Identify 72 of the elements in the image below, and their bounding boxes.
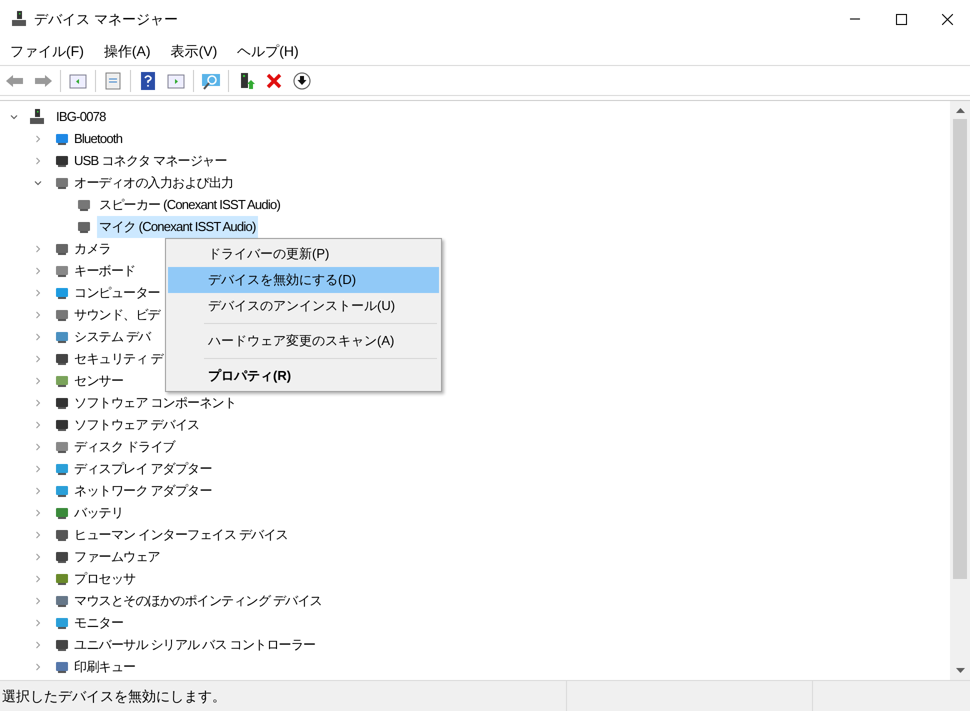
- device-icon: [54, 527, 70, 543]
- device-icon: [54, 329, 70, 345]
- tree-item[interactable]: ソフトウェア コンポーネント: [72, 392, 238, 414]
- device-icon: [54, 263, 70, 279]
- tree-item[interactable]: カメラ: [72, 238, 113, 260]
- menu-item[interactable]: デバイスを無効にする(D): [168, 267, 439, 293]
- menu-item[interactable]: ヘルプ(H): [227, 41, 309, 62]
- device-icon: [54, 307, 70, 323]
- window-title: デバイス マネージャー: [34, 10, 178, 28]
- tree-item[interactable]: キーボード: [72, 260, 138, 282]
- computer-icon: [10, 10, 28, 28]
- device-icon: [54, 461, 70, 477]
- tree-item[interactable]: マウスとそのほかのポインティング デバイス: [72, 590, 324, 612]
- tree-item[interactable]: IBG-0078: [54, 106, 108, 128]
- menu-item[interactable]: 表示(V): [160, 41, 228, 62]
- menu-item[interactable]: デバイスのアンインストール(U): [168, 293, 439, 319]
- tree-item[interactable]: マイク (Conexant ISST Audio): [97, 216, 258, 238]
- tree-item[interactable]: オーディオの入力および出力: [72, 172, 236, 194]
- tree-item[interactable]: スピーカー (Conexant ISST Audio): [97, 194, 282, 216]
- tree-item[interactable]: Bluetooth: [72, 128, 124, 150]
- status-text: 選択したデバイスを無効にします。: [0, 681, 567, 711]
- tree-item[interactable]: モニター: [72, 612, 125, 634]
- tree-item[interactable]: ユニバーサル シリアル バス コントローラー: [72, 634, 318, 656]
- menu-item[interactable]: プロパティ(R): [168, 363, 439, 389]
- device-icon: [54, 439, 70, 455]
- tree-item[interactable]: システム デバ: [72, 326, 152, 348]
- tree-item[interactable]: バッテリ: [72, 502, 125, 524]
- scroll-down-icon[interactable]: [956, 668, 964, 674]
- menu-item[interactable]: ドライバーの更新(P): [168, 241, 439, 267]
- tree-item[interactable]: センサー: [72, 370, 125, 392]
- tree-item[interactable]: ディスプレイ アダプター: [72, 458, 214, 480]
- tree-item[interactable]: コンピューター: [72, 282, 162, 304]
- device-icon: [76, 197, 92, 213]
- close-icon: [942, 14, 952, 24]
- tree-item[interactable]: ヒューマン インターフェイス デバイス: [72, 524, 290, 546]
- device-icon: [54, 637, 70, 653]
- device-icon: [54, 505, 70, 521]
- tree-item[interactable]: ファームウェア: [72, 546, 162, 568]
- device-icon: [54, 395, 70, 411]
- device-icon: [54, 241, 70, 257]
- menu-item[interactable]: ファイル(F): [0, 41, 94, 62]
- device-icon: [54, 659, 70, 675]
- tree-item[interactable]: ディスク ドライブ: [72, 436, 177, 458]
- computer-icon: [28, 108, 46, 126]
- device-icon: [76, 219, 92, 235]
- scroll-up-icon[interactable]: [956, 107, 964, 113]
- device-icon: [54, 131, 70, 147]
- tree-item[interactable]: USB コネクタ マネージャー: [72, 150, 229, 172]
- device-icon: [54, 593, 70, 609]
- download-icon[interactable]: [291, 70, 313, 92]
- maximize-icon: [896, 14, 906, 24]
- device-icon: [54, 351, 70, 367]
- tree-item[interactable]: 印刷キュー: [72, 656, 138, 678]
- device-icon: [54, 175, 70, 191]
- tree-item[interactable]: プロセッサ: [72, 568, 138, 590]
- device-icon: [54, 483, 70, 499]
- tree-item[interactable]: ソフトウェア デバイス: [72, 414, 202, 436]
- device-icon: [54, 571, 70, 587]
- device-icon: [54, 373, 70, 389]
- menu-item[interactable]: 操作(A): [94, 41, 161, 62]
- tree-item[interactable]: ネットワーク アダプター: [72, 480, 214, 502]
- device-icon: [54, 417, 70, 433]
- device-icon: [54, 285, 70, 301]
- device-icon: [54, 153, 70, 169]
- scrollbar[interactable]: [950, 101, 970, 680]
- tree-item[interactable]: セキュリティ デ: [72, 348, 165, 370]
- tree-item[interactable]: サウンド、ビデ: [72, 304, 162, 326]
- chevron-icon[interactable]: [34, 179, 42, 187]
- menu-item[interactable]: ハードウェア変更のスキャン(A): [168, 328, 439, 354]
- chevron-icon[interactable]: [10, 113, 18, 121]
- device-icon: [54, 549, 70, 565]
- device-icon: [54, 615, 70, 631]
